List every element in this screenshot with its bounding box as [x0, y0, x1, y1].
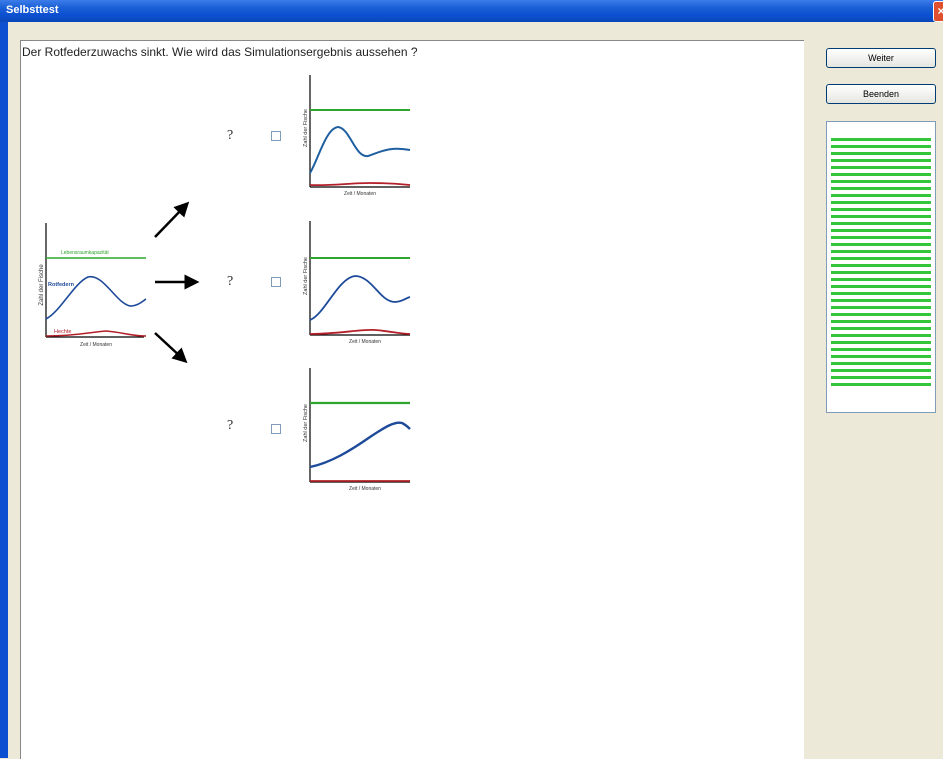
progress-segment	[831, 320, 931, 323]
option-1-xlabel: Zeit / Monaten	[344, 191, 376, 197]
next-button[interactable]: Weiter	[826, 48, 936, 68]
progress-segment	[831, 292, 931, 295]
option-1-ylabel: Zahl der Fische	[303, 109, 309, 147]
option-2-xlabel: Zeit / Monaten	[349, 339, 381, 345]
progress-segment	[831, 383, 931, 386]
progress-segments	[827, 122, 935, 386]
quit-button[interactable]: Beenden	[826, 84, 936, 104]
close-button[interactable]: ×	[933, 1, 943, 22]
progress-segment	[831, 222, 931, 225]
progress-segment	[831, 313, 931, 316]
progress-segment	[831, 138, 931, 141]
progress-segment	[831, 348, 931, 351]
source-predator-label: Hechte	[54, 329, 71, 335]
progress-segment	[831, 236, 931, 239]
source-capacity-label: Lebensraumkapazität	[61, 250, 109, 256]
progress-segment	[831, 201, 931, 204]
option-2-ylabel: Zahl der Fische	[303, 257, 309, 295]
option-1-predator-curve	[309, 182, 411, 187]
source-prey-label: Rotfedern	[48, 282, 75, 288]
option-3-prey-curve	[309, 421, 411, 469]
option-3-mark: ?	[227, 418, 234, 433]
progress-segment	[831, 271, 931, 274]
progress-segment	[831, 194, 931, 197]
progress-segment	[831, 215, 931, 218]
progress-segment	[831, 285, 931, 288]
progress-segment	[831, 376, 931, 379]
option-3-chart: Zahl der Fische Zeit / Monaten	[303, 368, 411, 492]
progress-segment	[831, 152, 931, 155]
arrow-down	[154, 332, 188, 364]
option-3-checkbox[interactable]	[271, 424, 281, 434]
progress-segment	[831, 257, 931, 260]
option-1-checkbox[interactable]	[271, 131, 281, 141]
progress-segment	[831, 187, 931, 190]
progress-segment	[831, 229, 931, 232]
progress-segment	[831, 250, 931, 253]
window-title: Selbsttest	[6, 4, 59, 16]
progress-segment	[831, 362, 931, 365]
option-2-prey-curve	[309, 275, 411, 321]
option-2-checkbox[interactable]	[271, 277, 281, 287]
progress-segment	[831, 180, 931, 183]
progress-segment	[831, 341, 931, 344]
option-2-predator-curve	[309, 328, 411, 335]
progress-segment	[831, 264, 931, 267]
progress-segment	[831, 145, 931, 148]
source-chart: Zahl der Fische Lebensraumkapazität Rotf…	[39, 223, 147, 348]
option-2-chart: Zahl der Fische Zeit / Monaten	[303, 221, 411, 345]
option-2-mark: ?	[227, 274, 234, 289]
title-bar: Selbsttest ×	[0, 0, 943, 22]
progress-segment	[831, 159, 931, 162]
option-1-prey-curve	[309, 125, 411, 174]
progress-bar	[826, 121, 936, 413]
progress-segment	[831, 299, 931, 302]
option-1-mark: ?	[227, 128, 234, 143]
option-3-ylabel: Zahl der Fische	[303, 404, 309, 442]
question-text: Der Rotfederzuwachs sinkt. Wie wird das …	[22, 45, 418, 59]
progress-segment	[831, 306, 931, 309]
option-1-chart: Zahl der Fische Zeit / Monaten	[303, 75, 411, 197]
window-frame-gutter	[8, 22, 20, 758]
progress-segment	[831, 355, 931, 358]
progress-segment	[831, 173, 931, 176]
option-3-xlabel: Zeit / Monaten	[349, 486, 381, 492]
source-xlabel: Zeit / Monaten	[80, 342, 112, 348]
progress-segment	[831, 166, 931, 169]
source-ylabel: Zahl der Fische	[39, 264, 45, 306]
arrows	[154, 201, 200, 364]
progress-segment	[831, 369, 931, 372]
close-icon: ×	[937, 4, 943, 18]
progress-segment	[831, 334, 931, 337]
progress-segment	[831, 243, 931, 246]
window-frame-left	[0, 22, 8, 758]
progress-segment	[831, 278, 931, 281]
progress-segment	[831, 327, 931, 330]
arrow-up	[154, 201, 190, 238]
progress-segment	[831, 208, 931, 211]
